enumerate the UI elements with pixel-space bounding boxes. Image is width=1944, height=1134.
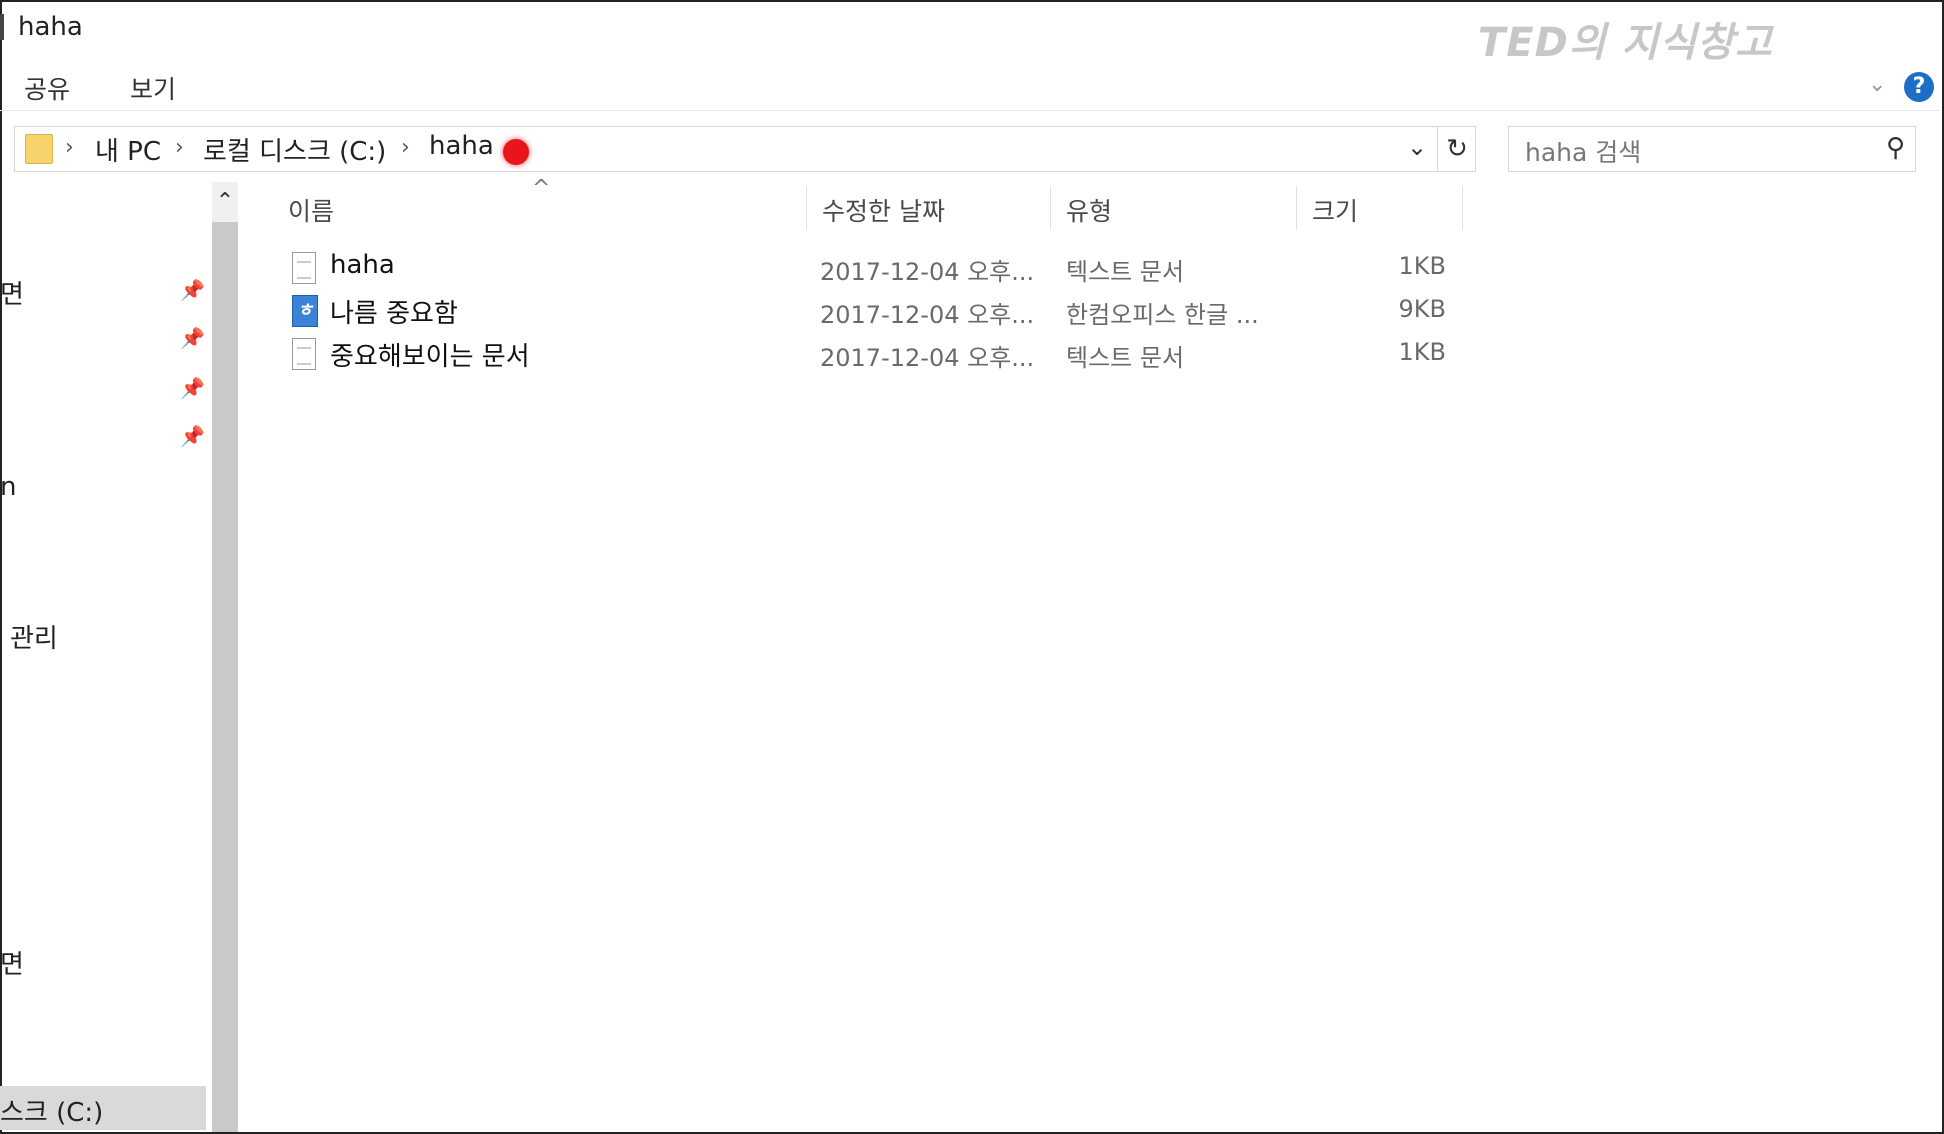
sort-ascending-icon: ^ [532,176,551,201]
file-size: 1KB [1398,252,1446,280]
tab-share[interactable]: 공유 [24,70,70,106]
help-icon[interactable]: ? [1904,72,1934,102]
breadcrumb-haha[interactable]: haha [429,131,494,161]
column-name[interactable]: 이름 [288,192,334,228]
refresh-icon[interactable]: ↻ [1437,127,1476,171]
file-name: 나름 중요함 [330,299,458,329]
file-size: 9KB [1398,295,1446,323]
address-dropdown-chevron-icon[interactable]: ⌄ [1407,133,1427,161]
file-row[interactable]: ㅎ 나름 중요함 2017-12-04 오후... 한컴오피스 한글 ... 9… [290,293,1470,333]
breadcrumb-local-disk[interactable]: 로컬 디스크 (C:) [203,131,386,168]
column-type[interactable]: 유형 [1066,192,1112,228]
ribbon: 공유 보기 ⌄ ? [0,62,1940,111]
address-bar[interactable]: › 내 PC › 로컬 디스크 (C:) › haha ⌄ ↻ [14,126,1476,172]
pin-icon[interactable]: 📌 [180,376,205,400]
file-name: haha [330,250,395,280]
ribbon-expand-chevron-icon[interactable]: ⌄ [1868,72,1886,97]
window-title: haha [18,12,83,42]
file-date: 2017-12-04 오후... [820,258,1035,286]
file-name: 중요해보이는 문서 [330,342,530,372]
search-placeholder: haha 검색 [1525,138,1642,167]
breadcrumb-separator-icon[interactable]: › [175,135,184,160]
file-type: 한컴오피스 한글 ... [1066,301,1259,329]
folder-icon [25,134,53,164]
nav-item-selected[interactable]: 스크 (C:) [0,1086,206,1130]
file-type: 텍스트 문서 [1066,258,1185,286]
column-divider[interactable] [1462,186,1463,230]
column-divider[interactable] [1050,186,1051,230]
nav-item-partial[interactable]: n [0,472,16,502]
file-row[interactable]: haha 2017-12-04 오후... 텍스트 문서 1KB [290,250,1470,290]
text-file-icon [292,252,316,284]
tab-view[interactable]: 보기 [130,70,176,106]
scroll-up-icon[interactable]: ⌃ [212,182,238,222]
breadcrumb-this-pc[interactable]: 내 PC [95,131,161,168]
breadcrumb-separator-icon[interactable]: › [401,135,410,160]
hwp-file-icon: ㅎ [292,295,318,327]
file-size: 1KB [1398,338,1446,366]
text-file-icon [292,338,316,370]
nav-item-local-disk: 스크 (C:) [0,1098,104,1128]
nav-scrollbar[interactable] [212,182,238,1132]
column-divider[interactable] [1296,186,1297,230]
file-date: 2017-12-04 오후... [820,344,1035,372]
file-list-header: ^ 이름 수정한 날짜 유형 크기 [270,176,1470,238]
file-row[interactable]: 중요해보이는 문서 2017-12-04 오후... 텍스트 문서 1KB [290,336,1470,376]
file-type: 텍스트 문서 [1066,344,1185,372]
red-marker-dot [503,139,529,165]
watermark-text: TED의 지식창고 [1478,20,1773,66]
nav-item-partial[interactable]: 면 [0,944,24,981]
breadcrumb-separator-icon[interactable]: › [65,135,74,160]
pin-icon[interactable]: 📌 [180,278,205,302]
column-size[interactable]: 크기 [1312,192,1358,228]
title-bar: haha TED의 지식창고 [0,0,1940,66]
pin-icon[interactable]: 📌 [180,424,205,448]
search-input[interactable]: haha 검색 ⚲ [1508,126,1916,172]
window-icon [0,14,4,40]
search-icon[interactable]: ⚲ [1886,133,1905,163]
nav-item-partial[interactable]: 관리 [10,618,58,655]
column-date[interactable]: 수정한 날짜 [822,192,945,228]
file-date: 2017-12-04 오후... [820,301,1035,329]
column-divider[interactable] [806,186,807,230]
nav-item-partial[interactable]: 면 [0,274,24,311]
pin-icon[interactable]: 📌 [180,326,205,350]
navigation-pane: 면 📌 📌 📌 📌 n 관리 면 스크 (C:) [0,182,210,1132]
